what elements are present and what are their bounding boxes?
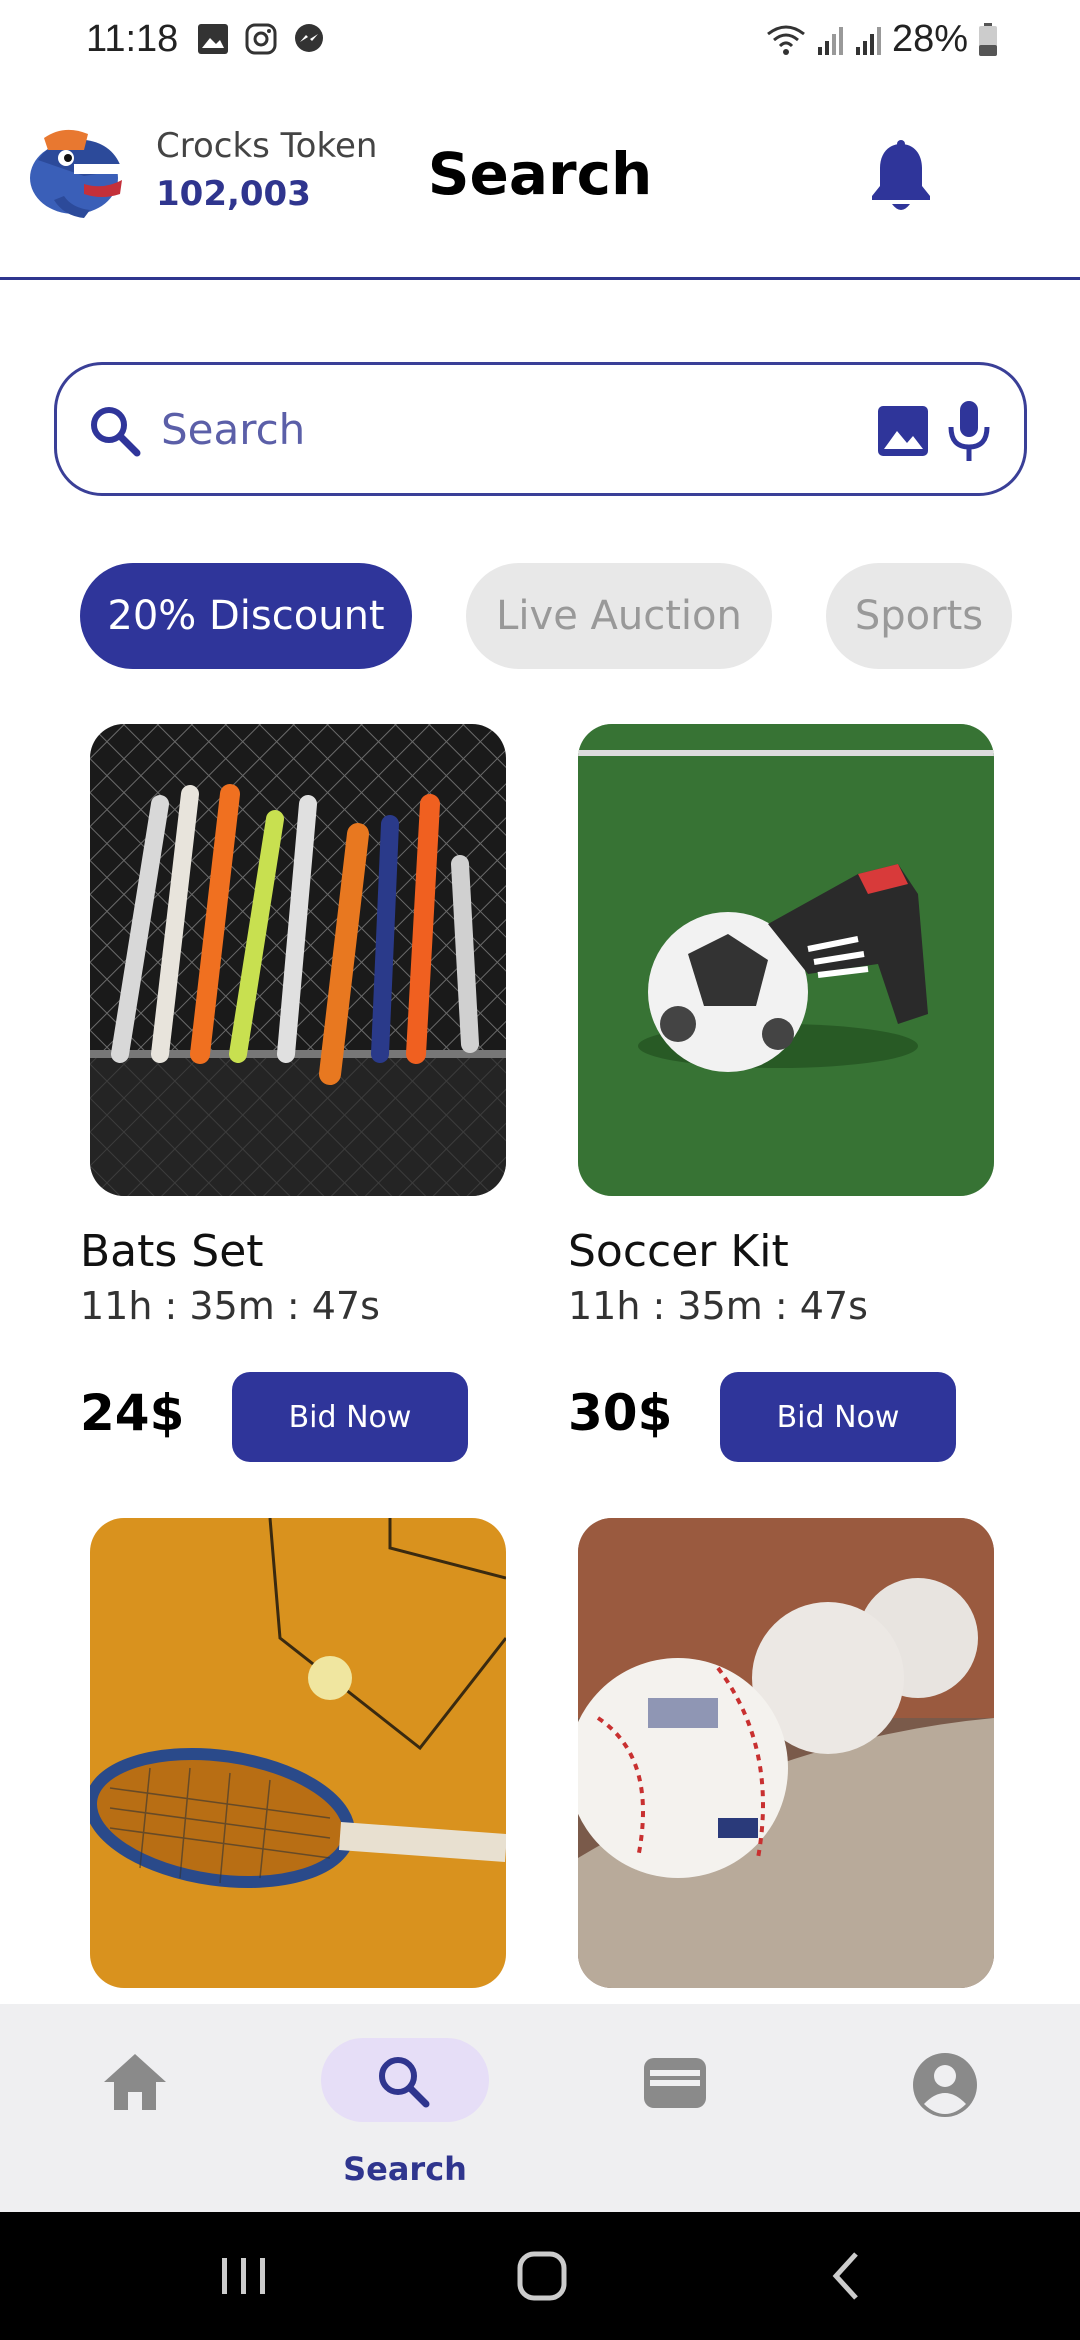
filter-chips: 20% Discount Live Auction Sports bbox=[80, 563, 1080, 669]
status-right: 28% bbox=[766, 18, 998, 61]
bid-now-button[interactable]: Bid Now bbox=[232, 1372, 468, 1462]
nav-home[interactable] bbox=[0, 2004, 270, 2212]
bid-now-button[interactable]: Bid Now bbox=[720, 1372, 956, 1462]
image-search-icon[interactable] bbox=[875, 403, 931, 459]
search-placeholder: Search bbox=[161, 405, 306, 454]
back-icon[interactable] bbox=[818, 2248, 878, 2304]
instagram-icon bbox=[244, 22, 278, 56]
gallery-icon bbox=[196, 22, 230, 56]
notification-icons bbox=[196, 22, 326, 56]
search-icon bbox=[372, 2052, 438, 2112]
wifi-icon bbox=[767, 25, 805, 55]
status-bar: 11:18 28% bbox=[0, 0, 1080, 86]
nav-wallet[interactable] bbox=[540, 2004, 810, 2212]
status-time: 11:18 bbox=[86, 18, 179, 60]
app-header: Crocks Token 102,003 Search bbox=[0, 100, 1080, 280]
bottom-navigation: Search bbox=[0, 2004, 1080, 2212]
battery-icon bbox=[979, 22, 997, 56]
auction-timer: 11h : 35m : 47s bbox=[80, 1284, 380, 1328]
signal-icon bbox=[817, 26, 843, 55]
search-icon bbox=[87, 403, 143, 459]
messenger-icon bbox=[292, 22, 326, 56]
nav-profile[interactable] bbox=[810, 2004, 1080, 2212]
home-button-icon[interactable] bbox=[512, 2248, 572, 2304]
microphone-icon[interactable] bbox=[945, 399, 993, 463]
product-image[interactable] bbox=[578, 1518, 994, 1988]
product-price: 30$ bbox=[568, 1384, 673, 1442]
signal-icon bbox=[855, 26, 881, 55]
home-icon bbox=[102, 2052, 168, 2112]
nav-search-label: Search bbox=[343, 2150, 467, 2188]
product-price: 24$ bbox=[80, 1384, 185, 1442]
account-icon bbox=[912, 2052, 978, 2117]
product-name: Bats Set bbox=[80, 1226, 264, 1277]
recent-apps-icon[interactable] bbox=[214, 2248, 274, 2304]
nav-search[interactable]: Search bbox=[270, 2004, 540, 2212]
chip-live-auction[interactable]: Live Auction bbox=[466, 563, 772, 669]
bell-icon[interactable] bbox=[868, 140, 934, 216]
product-image[interactable] bbox=[90, 1518, 506, 1988]
wallet-icon bbox=[642, 2052, 708, 2112]
chip-discount[interactable]: 20% Discount bbox=[80, 563, 412, 669]
product-image[interactable] bbox=[90, 724, 506, 1196]
search-input[interactable]: Search bbox=[54, 362, 1027, 496]
chip-sports[interactable]: Sports bbox=[826, 563, 1012, 669]
auction-timer: 11h : 35m : 47s bbox=[568, 1284, 868, 1328]
battery-text: 28% bbox=[891, 18, 968, 60]
product-name: Soccer Kit bbox=[568, 1226, 789, 1277]
system-navigation-bar bbox=[0, 2212, 1080, 2340]
product-image[interactable] bbox=[578, 724, 994, 1196]
